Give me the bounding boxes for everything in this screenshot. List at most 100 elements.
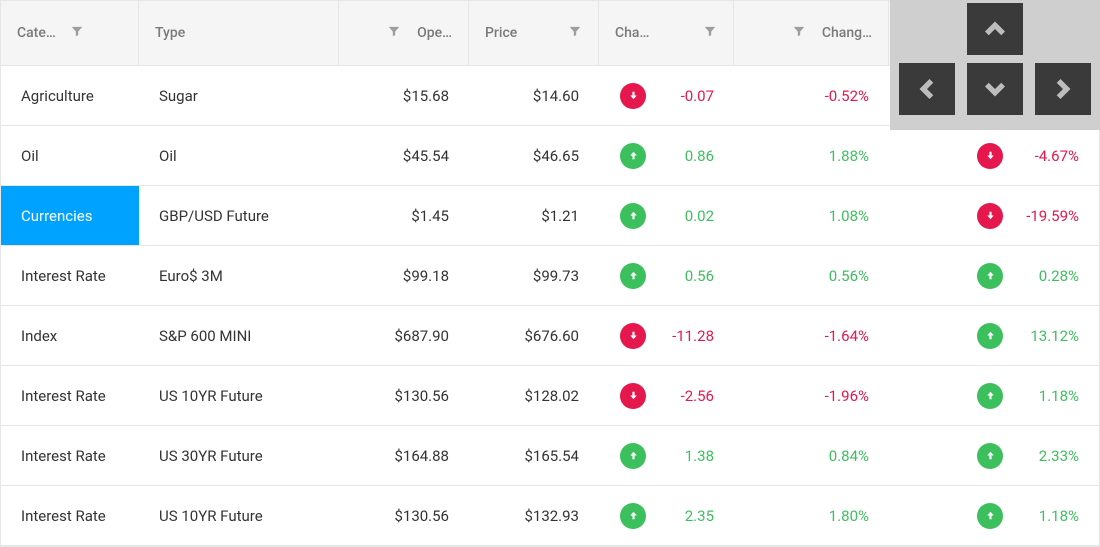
arrow-up-icon	[620, 263, 646, 289]
category-value: Currencies	[21, 207, 93, 225]
cell-change-pct: -0.52%	[734, 66, 889, 125]
change-year-value: 13.12%	[1017, 327, 1079, 345]
filter-icon[interactable]	[568, 24, 582, 42]
cell-price: $676.60	[469, 306, 599, 365]
category-value: Interest Rate	[21, 267, 106, 285]
cell-change-year: -4.67%	[889, 126, 1099, 185]
cell-category[interactable]: Interest Rate	[1, 486, 139, 545]
table-row[interactable]: Interest Rate US 10YR Future $130.56 $132.9…	[1, 486, 1099, 546]
cell-price: $128.02	[469, 366, 599, 425]
cell-price: $165.54	[469, 426, 599, 485]
category-value: Interest Rate	[21, 447, 106, 465]
nav-right-button[interactable]	[1035, 63, 1091, 115]
grid-body: Agriculture Sugar $15.68 $14.60 -0.07 -0.52% O…	[1, 66, 1099, 546]
cell-category[interactable]: Index	[1, 306, 139, 365]
type-value: US 30YR Future	[159, 447, 263, 465]
category-value: Index	[21, 327, 57, 345]
header-label: Cha…	[615, 25, 649, 41]
header-label: Cate…	[17, 25, 56, 41]
arrow-up-icon	[620, 443, 646, 469]
category-value: Oil	[21, 147, 39, 165]
price-value: $14.60	[533, 87, 579, 105]
cell-price: $1.21	[469, 186, 599, 245]
change-value: 0.02	[664, 207, 714, 225]
filter-icon[interactable]	[70, 24, 84, 42]
cell-price: $99.73	[469, 246, 599, 305]
cell-category[interactable]: Interest Rate	[1, 246, 139, 305]
nav-down-button[interactable]	[967, 63, 1023, 115]
table-row[interactable]: Interest RateUS 30YR Future$164.88$165.5…	[1, 426, 1099, 486]
table-row[interactable]: Interest Rate Euro$ 3M $99.18 $99.73 0.56 0.5…	[1, 246, 1099, 306]
cell-change-year: 13.12%	[889, 306, 1099, 365]
cell-type: US 10YR Future	[139, 366, 339, 425]
filter-icon[interactable]	[792, 24, 806, 42]
cell-change-year: 0.28%	[889, 246, 1099, 305]
cell-change: -11.28	[599, 306, 734, 365]
change-year-value: -19.59%	[1017, 207, 1079, 225]
cell-price: $46.65	[469, 126, 599, 185]
table-row[interactable]: CurrenciesGBP/USD Future$1.45$1.210.021.…	[1, 186, 1099, 246]
cell-price: $132.93	[469, 486, 599, 545]
price-value: $132.93	[524, 507, 579, 525]
arrow-up-icon	[620, 143, 646, 169]
cell-category[interactable]: Agriculture	[1, 66, 139, 125]
change-pct-value: 1.08%	[829, 207, 869, 225]
cell-change-year: 1.18%	[889, 366, 1099, 425]
header-change[interactable]: Cha…	[599, 1, 734, 65]
cell-change-pct: 1.80%	[734, 486, 889, 545]
cell-change-pct: -1.64%	[734, 306, 889, 365]
arrow-down-icon	[620, 323, 646, 349]
cell-category[interactable]: Interest Rate	[1, 366, 139, 425]
cell-open: $45.54	[339, 126, 469, 185]
arrow-up-icon	[977, 503, 1003, 529]
arrow-up-icon	[977, 323, 1003, 349]
cell-type: US 10YR Future	[139, 486, 339, 545]
cell-change: 2.35	[599, 486, 734, 545]
open-value: $45.54	[403, 147, 449, 165]
price-value: $99.73	[533, 267, 579, 285]
cell-change-pct: 0.84%	[734, 426, 889, 485]
arrow-up-icon	[620, 203, 646, 229]
type-value: S&P 600 MINI	[159, 327, 251, 345]
header-label: Chang…	[822, 25, 872, 41]
header-label: Ope…	[417, 25, 452, 41]
cell-change: 0.02	[599, 186, 734, 245]
cell-category[interactable]: Oil	[1, 126, 139, 185]
price-value: $165.54	[524, 447, 579, 465]
header-change-pct[interactable]: Chang…	[734, 1, 889, 65]
header-category[interactable]: Cate…	[1, 1, 139, 65]
price-value: $128.02	[524, 387, 579, 405]
nav-left-button[interactable]	[899, 63, 955, 115]
header-open[interactable]: Ope…	[339, 1, 469, 65]
cell-category[interactable]: Currencies	[1, 186, 139, 245]
change-pct-value: -1.96%	[825, 387, 869, 405]
cell-open: $687.90	[339, 306, 469, 365]
open-value: $99.18	[403, 267, 449, 285]
table-row[interactable]: Index S&P 600 MINI $687.90$676.60-11.28 -1.…	[1, 306, 1099, 366]
arrow-down-icon	[977, 143, 1003, 169]
header-type[interactable]: Type	[139, 1, 339, 65]
change-pct-value: 0.56%	[829, 267, 869, 285]
cell-change: 0.56	[599, 246, 734, 305]
change-value: -0.07	[664, 87, 714, 105]
type-value: Euro$ 3M	[159, 267, 223, 285]
table-row[interactable]: OilOil$45.54$46.650.861.88%-4.67%	[1, 126, 1099, 186]
cell-category[interactable]: Interest Rate	[1, 426, 139, 485]
type-value: Sugar	[159, 87, 198, 105]
header-price[interactable]: Price	[469, 1, 599, 65]
cell-type: GBP/USD Future	[139, 186, 339, 245]
open-value: $130.56	[394, 507, 449, 525]
arrow-up-icon	[620, 503, 646, 529]
nav-up-button[interactable]	[967, 3, 1023, 55]
change-pct-value: -1.64%	[825, 327, 869, 345]
cell-type: Sugar	[139, 66, 339, 125]
cell-change-pct: 1.88%	[734, 126, 889, 185]
cell-open: $15.68	[339, 66, 469, 125]
filter-icon[interactable]	[703, 24, 717, 42]
filter-icon[interactable]	[387, 24, 401, 42]
table-row[interactable]: Interest RateUS 10YR Future$130.56$128.0…	[1, 366, 1099, 426]
category-value: Interest Rate	[21, 507, 106, 525]
category-value: Agriculture	[21, 87, 94, 105]
change-value: -2.56	[664, 387, 714, 405]
arrow-up-icon	[977, 383, 1003, 409]
